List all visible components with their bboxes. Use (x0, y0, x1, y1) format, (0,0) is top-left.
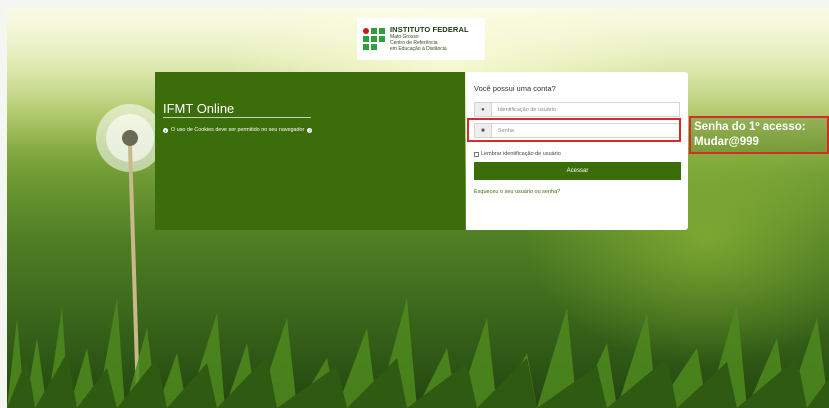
username-field[interactable]: ● (474, 102, 680, 117)
site-title: IFMT Online (163, 101, 235, 116)
cookie-notice-text: O uso de Cookies deve ser permitido no s… (171, 127, 305, 133)
login-heading: Você possui uma conta? (474, 84, 556, 93)
login-button[interactable]: Acessar (474, 162, 681, 180)
password-field[interactable]: ■ (474, 123, 680, 138)
logo-line-2: Centro de Referência (390, 39, 438, 46)
lock-icon: ■ (475, 124, 492, 137)
site-info-panel: IFMT Online i O uso de Cookies deve ser … (155, 72, 465, 230)
title-divider (163, 117, 311, 118)
user-icon: ● (475, 103, 492, 116)
password-callout: Senha do 1º acesso: Mudar@999 (689, 116, 829, 154)
grass-foreground (7, 298, 829, 408)
info-icon: i (163, 127, 168, 133)
password-input[interactable] (491, 123, 679, 138)
callout-line-1: Senha do 1º acesso: (694, 121, 806, 133)
forgot-password-link[interactable]: Esqueceu o seu usuário ou senha? (474, 189, 560, 195)
username-input[interactable] (491, 102, 679, 117)
callout-line-2: Mudar@999 (694, 136, 759, 148)
remember-label: Lembrar identificação de usuário (481, 151, 561, 157)
help-icon[interactable]: ? (307, 127, 313, 133)
login-panel: Você possui uma conta? ● ■ Lembrar ident… (466, 72, 688, 230)
institution-logo: INSTITUTO FEDERAL Mato Grosso Centro de … (357, 18, 485, 60)
remember-username[interactable]: Lembrar identificação de usuário (474, 151, 561, 157)
logo-line-3: em Educação à Distância (390, 45, 447, 52)
logo-title: INSTITUTO FEDERAL (390, 25, 469, 35)
logo-line-1: Mato Grosso (390, 33, 419, 40)
remember-checkbox[interactable] (474, 151, 479, 157)
cookie-notice: i O uso de Cookies deve ser permitido no… (163, 127, 313, 133)
logo-mark-icon (363, 28, 385, 50)
